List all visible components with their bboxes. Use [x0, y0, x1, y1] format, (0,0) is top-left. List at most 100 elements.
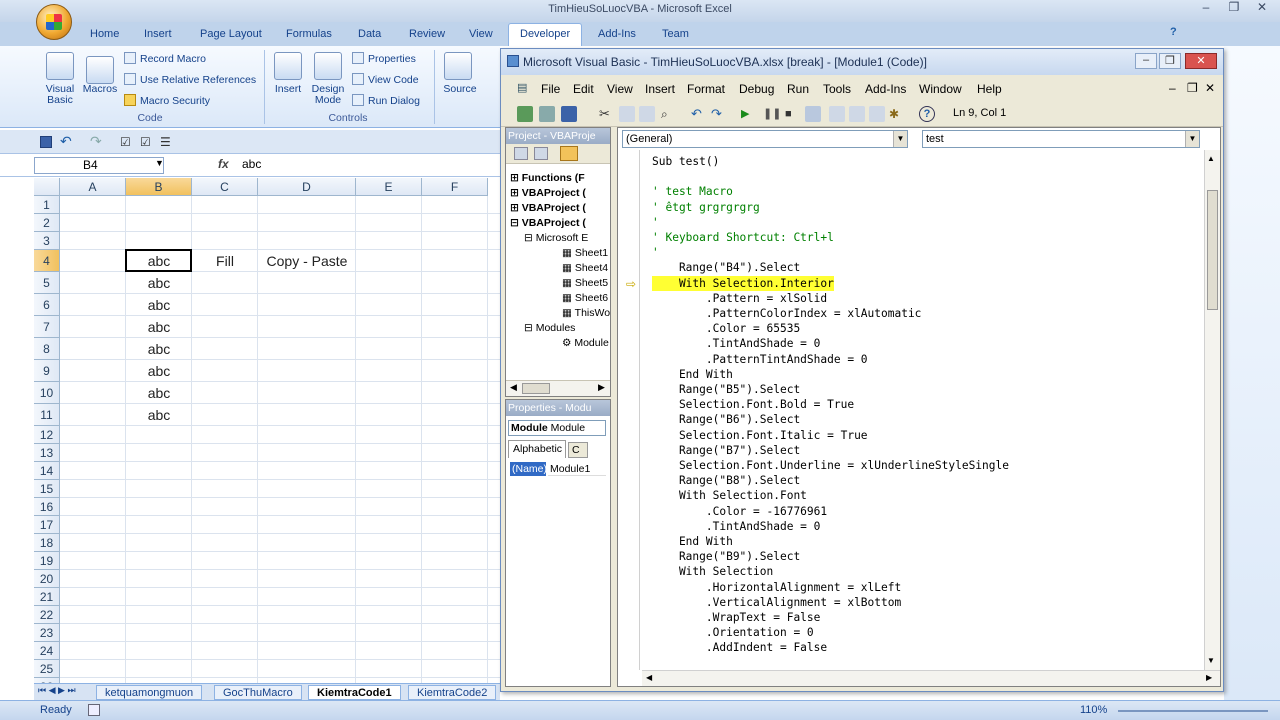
check-icon[interactable]: ☑ — [120, 135, 131, 149]
code-comment-line[interactable]: ' Keyboard Shortcut: Ctrl+l — [652, 230, 834, 245]
view-code-icon[interactable] — [514, 147, 528, 160]
row-header-14[interactable]: 14 — [34, 462, 60, 480]
code-line[interactable]: End With — [652, 534, 733, 549]
project-node[interactable]: ⊟ VBAProject ( — [510, 217, 586, 229]
save-icon[interactable] — [40, 136, 52, 148]
scroll-thumb[interactable] — [522, 383, 550, 394]
scroll-left-icon[interactable]: ◀ — [646, 673, 652, 682]
code-line[interactable]: Selection.Font.Italic = True — [652, 428, 868, 443]
copy-icon[interactable] — [619, 106, 635, 122]
sheet-nav-icon[interactable]: ⏮ ◀ ▶ ⏭ — [38, 685, 76, 696]
vba-maximize-icon[interactable]: ❐ — [1159, 53, 1181, 69]
code-line[interactable]: .Orientation = 0 — [652, 625, 814, 640]
sheet-node[interactable]: ▦ Sheet4 — [562, 262, 608, 274]
sheet-node[interactable]: ▦ Sheet5 — [562, 277, 608, 289]
row-header-9[interactable]: 9 — [34, 360, 60, 382]
tab-formulas[interactable]: Formulas — [286, 28, 332, 40]
code-line[interactable]: .Pattern = xlSolid — [652, 291, 827, 306]
vba-minimize-icon[interactable]: – — [1135, 53, 1157, 69]
reset-icon[interactable]: ■ — [785, 106, 801, 122]
code-line[interactable]: Range("B5").Select — [652, 382, 800, 397]
code-line[interactable]: .WrapText = False — [652, 610, 821, 625]
row-header-16[interactable]: 16 — [34, 498, 60, 516]
spreadsheet-grid[interactable]: A B C D E F 1 2 3 4 5 6 7 8 9 10 11 12 13 14 15 16 17 18 19 20 21 2… — [34, 178, 500, 683]
vba-close-icon[interactable]: ✕ — [1185, 53, 1217, 69]
find-icon[interactable]: ⌕ — [661, 106, 677, 122]
code-hscrollbar[interactable]: ◀ ▶ — [642, 670, 1220, 686]
view-code-button[interactable]: View Code — [352, 73, 419, 86]
code-vscrollbar[interactable]: ▲ ▼ — [1204, 150, 1220, 670]
row-header-22[interactable]: 22 — [34, 606, 60, 624]
code-editor[interactable]: ⇨ Sub test() ' test Macro ' êtgt grgrgrgrg… — [618, 150, 1204, 670]
sheet-node[interactable]: ▦ Sheet6 — [562, 292, 608, 304]
record-macro-button[interactable]: Record Macro — [124, 52, 206, 65]
scroll-up-icon[interactable]: ▲ — [1207, 154, 1215, 163]
procedure-combo[interactable]: test ▼ — [922, 130, 1200, 148]
row-header-8[interactable]: 8 — [34, 338, 60, 360]
folder-node[interactable]: ⊟ Microsoft E — [524, 232, 588, 244]
tab-review[interactable]: Review — [409, 28, 445, 40]
run-icon[interactable]: ▶ — [741, 106, 757, 122]
row-header-15[interactable]: 15 — [34, 480, 60, 498]
menu-add-ins[interactable]: Add-Ins — [865, 82, 906, 96]
project-node[interactable]: ⊞ VBAProject ( — [510, 202, 586, 214]
code-margin[interactable] — [618, 150, 640, 670]
code-line[interactable]: .Color = -16776961 — [652, 504, 827, 519]
row-header-23[interactable]: 23 — [34, 624, 60, 642]
macro-record-icon[interactable] — [88, 704, 100, 716]
code-line[interactable]: Range("B8").Select — [652, 473, 800, 488]
code-window-minimize-icon[interactable]: – — [1169, 81, 1176, 95]
row-header-4[interactable]: 4 — [34, 250, 60, 272]
code-line[interactable]: .PatternColorIndex = xlAutomatic — [652, 306, 922, 321]
property-name-value[interactable]: Module1 — [548, 462, 606, 476]
modules-folder-node[interactable]: ⊟ Modules — [524, 322, 575, 334]
name-box[interactable]: B4 — [34, 157, 164, 174]
help-icon[interactable]: ? — [1170, 26, 1177, 38]
design-mode-icon[interactable] — [805, 106, 821, 122]
view-excel-icon[interactable] — [517, 106, 533, 122]
macros-button[interactable]: Macros — [80, 84, 120, 95]
object-combo[interactable]: (General) ▼ — [622, 130, 908, 148]
zoom-slider[interactable] — [1118, 710, 1268, 712]
module-node[interactable]: ⚙ Module — [562, 337, 609, 349]
redo-icon[interactable]: ↷ — [90, 133, 102, 150]
row-header-11[interactable]: 11 — [34, 404, 60, 426]
office-button[interactable] — [36, 4, 72, 40]
code-comment-line[interactable]: ' test Macro — [652, 184, 733, 199]
code-line[interactable]: .AddIndent = False — [652, 640, 827, 655]
cell-b9[interactable]: abc — [126, 360, 192, 382]
code-line[interactable]: .PatternTintAndShade = 0 — [652, 352, 868, 367]
column-header-a[interactable]: A — [60, 178, 126, 196]
row-header-10[interactable]: 10 — [34, 382, 60, 404]
scroll-down-icon[interactable]: ▼ — [1207, 656, 1215, 665]
menu-file[interactable]: File — [541, 82, 560, 96]
column-header-b[interactable]: B — [126, 178, 192, 196]
row-header-19[interactable]: 19 — [34, 552, 60, 570]
tab-page-layout[interactable]: Page Layout — [200, 28, 262, 40]
row-header-3[interactable]: 3 — [34, 232, 60, 250]
code-comment-line[interactable]: ' êtgt grgrgrgrg — [652, 200, 760, 215]
scroll-thumb[interactable] — [1207, 190, 1218, 310]
column-header-f[interactable]: F — [422, 178, 488, 196]
row-header-6[interactable]: 6 — [34, 294, 60, 316]
property-name-key[interactable]: (Name) — [510, 462, 547, 476]
minimize-icon[interactable]: – — [1192, 0, 1220, 18]
code-line[interactable]: Range("B7").Select — [652, 443, 800, 458]
sheet-node[interactable]: ▦ Sheet1 — [562, 247, 608, 259]
insert-module-icon[interactable] — [539, 106, 555, 122]
maximize-icon[interactable]: ❐ — [1220, 0, 1248, 18]
code-line[interactable]: Selection.Font.Underline = xlUnderlineSt… — [652, 458, 1009, 473]
code-line[interactable]: .HorizontalAlignment = xlLeft — [652, 580, 901, 595]
run-dialog-button[interactable]: Run Dialog — [352, 94, 420, 107]
menu-format[interactable]: Format — [687, 82, 725, 96]
row-header-18[interactable]: 18 — [34, 534, 60, 552]
tab-categorized[interactable]: C — [568, 442, 588, 458]
menu-help[interactable]: Help — [977, 82, 1002, 96]
tab-developer[interactable]: Developer — [520, 28, 570, 40]
formula-input[interactable]: abc — [242, 157, 261, 171]
tab-team[interactable]: Team — [662, 28, 689, 40]
tab-home[interactable]: Home — [90, 28, 119, 40]
row-header-17[interactable]: 17 — [34, 516, 60, 534]
toolbox-icon[interactable]: ✱ — [889, 106, 905, 122]
cell-c4[interactable]: Fill — [192, 250, 258, 272]
